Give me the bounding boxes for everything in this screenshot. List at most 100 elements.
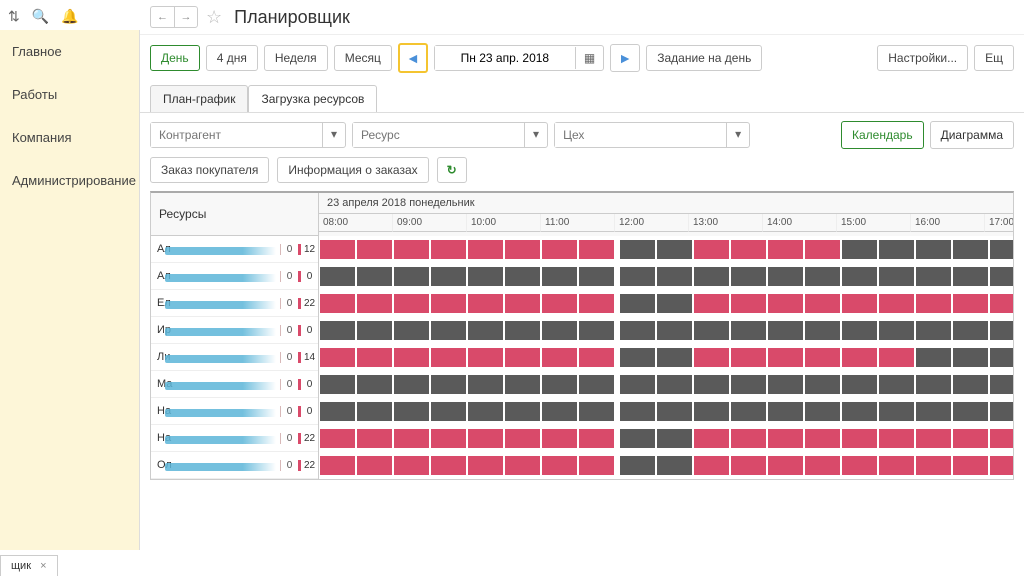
sidebar-item-works[interactable]: Работы xyxy=(0,73,139,116)
range-day-button[interactable]: День xyxy=(150,45,200,71)
time-slot[interactable] xyxy=(620,348,655,367)
time-slot[interactable] xyxy=(620,267,655,286)
shop-input[interactable] xyxy=(555,123,726,147)
time-slot[interactable] xyxy=(357,294,392,313)
time-slot[interactable] xyxy=(468,456,503,475)
time-slot[interactable] xyxy=(320,375,355,394)
time-slot[interactable] xyxy=(468,267,503,286)
resource-input[interactable] xyxy=(353,123,524,147)
time-slot[interactable] xyxy=(542,267,577,286)
time-slot[interactable] xyxy=(768,348,803,367)
time-slot[interactable] xyxy=(916,402,951,421)
order-info-button[interactable]: Информация о заказах xyxy=(277,157,428,183)
time-slot[interactable] xyxy=(620,321,655,340)
time-slot[interactable] xyxy=(768,267,803,286)
time-slot[interactable] xyxy=(431,429,466,448)
time-slot[interactable] xyxy=(805,240,840,259)
time-slot[interactable] xyxy=(768,240,803,259)
time-slot[interactable] xyxy=(805,402,840,421)
time-slot[interactable] xyxy=(916,240,951,259)
time-slot[interactable] xyxy=(505,429,540,448)
date-input[interactable] xyxy=(435,46,575,70)
time-slot[interactable] xyxy=(731,456,766,475)
time-slot[interactable] xyxy=(320,429,355,448)
resource-row[interactable]: Ма00 xyxy=(151,371,318,398)
time-slot[interactable] xyxy=(657,321,692,340)
time-slot[interactable] xyxy=(657,348,692,367)
time-slot[interactable] xyxy=(357,429,392,448)
time-slot[interactable] xyxy=(953,348,988,367)
time-slot[interactable] xyxy=(953,267,988,286)
time-slot[interactable] xyxy=(394,267,429,286)
time-slot[interactable] xyxy=(805,375,840,394)
time-slot[interactable] xyxy=(842,348,877,367)
calendar-icon[interactable]: ▦ xyxy=(575,47,603,69)
time-slot[interactable] xyxy=(990,294,1014,313)
time-slot[interactable] xyxy=(879,456,914,475)
time-slot[interactable] xyxy=(842,429,877,448)
resource-filter[interactable]: ▾ xyxy=(352,122,548,148)
time-slot[interactable] xyxy=(953,402,988,421)
time-slot[interactable] xyxy=(990,348,1014,367)
time-slot[interactable] xyxy=(805,321,840,340)
time-slot[interactable] xyxy=(579,348,614,367)
time-slot[interactable] xyxy=(431,375,466,394)
time-slot[interactable] xyxy=(579,267,614,286)
time-slot[interactable] xyxy=(990,321,1014,340)
time-slot[interactable] xyxy=(579,240,614,259)
resource-row[interactable]: Ли014 xyxy=(151,344,318,371)
time-slot[interactable] xyxy=(953,294,988,313)
time-slot[interactable] xyxy=(394,375,429,394)
time-slot[interactable] xyxy=(990,375,1014,394)
time-slot[interactable] xyxy=(357,375,392,394)
time-slot[interactable] xyxy=(731,294,766,313)
time-slot[interactable] xyxy=(394,348,429,367)
time-slot[interactable] xyxy=(579,456,614,475)
time-slot[interactable] xyxy=(505,348,540,367)
time-slot[interactable] xyxy=(990,429,1014,448)
time-slot[interactable] xyxy=(620,294,655,313)
time-slot[interactable] xyxy=(468,321,503,340)
time-slot[interactable] xyxy=(620,240,655,259)
resource-row[interactable]: Ал012 xyxy=(151,236,318,263)
time-slot[interactable] xyxy=(620,429,655,448)
time-slot[interactable] xyxy=(731,429,766,448)
time-slot[interactable] xyxy=(805,294,840,313)
time-slot[interactable] xyxy=(731,348,766,367)
time-slot[interactable] xyxy=(468,402,503,421)
time-slot[interactable] xyxy=(431,456,466,475)
time-slot[interactable] xyxy=(990,402,1014,421)
time-slot[interactable] xyxy=(694,240,729,259)
time-slot[interactable] xyxy=(842,456,877,475)
time-slot[interactable] xyxy=(916,321,951,340)
time-slot[interactable] xyxy=(768,429,803,448)
time-slot[interactable] xyxy=(731,375,766,394)
time-slot[interactable] xyxy=(805,429,840,448)
resource-row[interactable]: На022 xyxy=(151,425,318,452)
time-slot[interactable] xyxy=(542,294,577,313)
resource-row[interactable]: Ир00 xyxy=(151,317,318,344)
time-slot[interactable] xyxy=(505,240,540,259)
time-slot[interactable] xyxy=(731,321,766,340)
time-slot[interactable] xyxy=(657,294,692,313)
day-task-button[interactable]: Задание на день xyxy=(646,45,762,71)
time-slot[interactable] xyxy=(542,429,577,448)
time-slot[interactable] xyxy=(953,240,988,259)
date-field[interactable]: ▦ xyxy=(434,45,604,71)
time-slot[interactable] xyxy=(842,267,877,286)
time-slot[interactable] xyxy=(768,375,803,394)
time-slot[interactable] xyxy=(768,294,803,313)
time-slot[interactable] xyxy=(505,402,540,421)
time-slot[interactable] xyxy=(953,375,988,394)
time-slot[interactable] xyxy=(357,321,392,340)
time-slot[interactable] xyxy=(916,267,951,286)
sidebar-item-company[interactable]: Компания xyxy=(0,116,139,159)
time-slot[interactable] xyxy=(805,267,840,286)
time-slot[interactable] xyxy=(542,240,577,259)
time-slot[interactable] xyxy=(468,429,503,448)
time-slot[interactable] xyxy=(731,267,766,286)
time-slot[interactable] xyxy=(879,294,914,313)
tab-plan[interactable]: План-график xyxy=(150,85,248,112)
customer-order-button[interactable]: Заказ покупателя xyxy=(150,157,269,183)
sidebar-item-main[interactable]: Главное xyxy=(0,30,139,73)
